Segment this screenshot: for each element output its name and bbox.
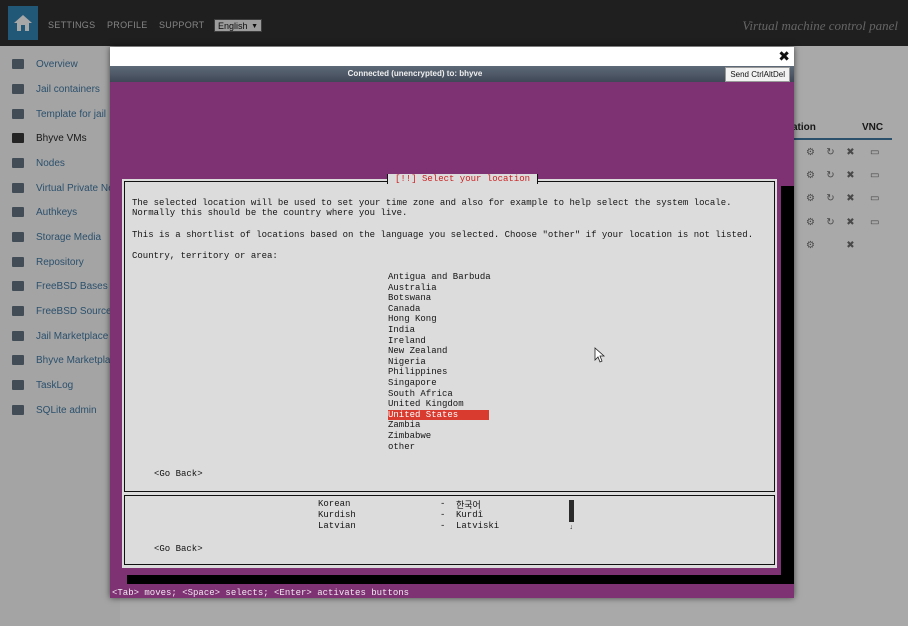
- mouse-cursor-icon: [594, 347, 606, 363]
- intro-line-2: Normally this should be the country wher…: [132, 208, 408, 218]
- location-option[interactable]: Botswana: [388, 293, 489, 304]
- go-back-button[interactable]: <Go Back>: [154, 469, 203, 479]
- language-dash: -: [440, 521, 446, 531]
- title-bracket: [387, 174, 388, 184]
- dialog-title: [!!] Select your location: [387, 174, 539, 184]
- language-dash: -: [440, 499, 446, 509]
- location-option[interactable]: New Zealand: [388, 346, 489, 357]
- title-bracket: [537, 174, 539, 184]
- installer-dialog: [!!] Select your location The selected l…: [122, 174, 777, 568]
- location-option[interactable]: Hong Kong: [388, 314, 489, 325]
- connection-status: Connected (unencrypted) to: bhyve: [347, 69, 483, 78]
- dialog-shadow: [127, 575, 794, 584]
- vnc-console-modal: ✖ Connected (unencrypted) to: bhyve Send…: [110, 47, 794, 598]
- location-option[interactable]: Ireland: [388, 336, 489, 347]
- dialog-frame-bottom: [124, 495, 775, 565]
- go-back-button-language[interactable]: <Go Back>: [154, 544, 203, 554]
- intro-line-1: The selected location will be used to se…: [132, 198, 732, 208]
- language-native: Latviski: [456, 521, 500, 531]
- language-dash: -: [440, 510, 446, 520]
- keyboard-help-line: <Tab> moves; <Space> selects; <Enter> ac…: [112, 588, 410, 598]
- location-option[interactable]: South Africa: [388, 389, 489, 400]
- location-option[interactable]: Singapore: [388, 378, 489, 389]
- dialog-title-text: [!!] Select your location: [395, 174, 531, 184]
- intro-line-3: This is a shortlist of locations based o…: [132, 230, 754, 240]
- location-option[interactable]: Zambia: [388, 420, 489, 431]
- scroll-down-icon[interactable]: ↓: [569, 524, 573, 532]
- send-ctrl-alt-del-button[interactable]: Send CtrlAltDel: [725, 67, 790, 82]
- location-option[interactable]: Nigeria: [388, 357, 489, 368]
- location-option[interactable]: United Kingdom: [388, 399, 489, 410]
- location-option[interactable]: other: [388, 442, 489, 453]
- location-option[interactable]: Antigua and Barbuda: [388, 272, 491, 283]
- vnc-status-bar: Connected (unencrypted) to: bhyve Send C…: [110, 66, 794, 82]
- language-native: Kurdî: [456, 510, 484, 520]
- location-option-selected[interactable]: United States: [388, 409, 489, 421]
- list-scrollbar[interactable]: [569, 500, 574, 522]
- language-name[interactable]: Latvian: [318, 521, 356, 531]
- close-icon[interactable]: ✖: [778, 49, 790, 63]
- language-name[interactable]: Kurdish: [318, 510, 356, 520]
- location-option[interactable]: Australia: [388, 283, 489, 294]
- location-option[interactable]: Zimbabwe: [388, 431, 489, 442]
- location-option[interactable]: Philippines: [388, 367, 489, 378]
- location-option[interactable]: Canada: [388, 304, 489, 315]
- vnc-screen[interactable]: [!!] Select your location The selected l…: [110, 82, 794, 598]
- location-option[interactable]: India: [388, 325, 489, 336]
- country-prompt: Country, territory or area:: [132, 251, 278, 261]
- dialog-shadow: [781, 186, 794, 584]
- language-name[interactable]: Korean: [318, 499, 350, 509]
